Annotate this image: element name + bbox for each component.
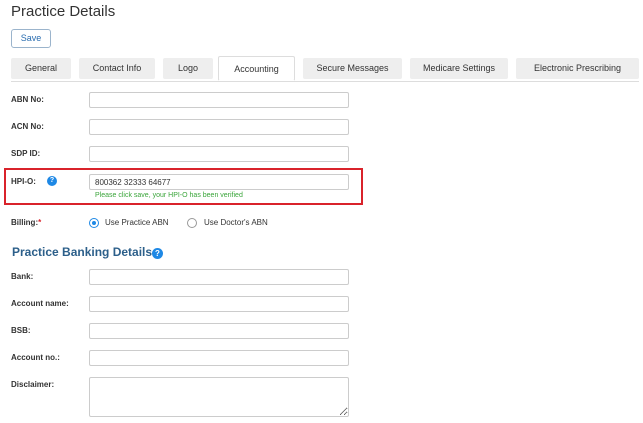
tab-contact-info[interactable]: Contact Info bbox=[79, 58, 155, 79]
bank-field[interactable] bbox=[89, 269, 349, 285]
tab-secure-messages[interactable]: Secure Messages bbox=[303, 58, 402, 79]
acn-label: ACN No: bbox=[11, 122, 44, 131]
tab-bar: General Contact Info Logo Accounting Sec… bbox=[11, 56, 639, 81]
account-no-label: Account no.: bbox=[11, 353, 60, 362]
bsb-field[interactable] bbox=[89, 323, 349, 339]
tab-logo[interactable]: Logo bbox=[163, 58, 213, 79]
tab-accounting[interactable]: Accounting bbox=[218, 56, 295, 81]
bsb-label: BSB: bbox=[11, 326, 31, 335]
account-name-label: Account name: bbox=[11, 299, 69, 308]
hpio-field[interactable] bbox=[89, 174, 349, 190]
tab-medicare-settings[interactable]: Medicare Settings bbox=[410, 58, 508, 79]
banking-help-icon[interactable]: ? bbox=[152, 248, 163, 259]
billing-radio-practice-abn[interactable] bbox=[89, 218, 99, 228]
bank-label: Bank: bbox=[11, 272, 34, 281]
hpio-label: HPI-O: bbox=[11, 177, 36, 186]
tab-general[interactable]: General bbox=[11, 58, 71, 79]
billing-option-doctor-abn-label[interactable]: Use Doctor's ABN bbox=[204, 218, 268, 227]
tab-electronic-prescribing[interactable]: Electronic Prescribing bbox=[516, 58, 639, 79]
sdp-id-field[interactable] bbox=[89, 146, 349, 162]
tab-divider bbox=[11, 81, 639, 82]
disclaimer-textarea[interactable] bbox=[89, 377, 349, 417]
hpio-verified-message: Please click save, your HPI-O has been v… bbox=[95, 192, 243, 199]
account-no-field[interactable] bbox=[89, 350, 349, 366]
required-marker: * bbox=[38, 218, 42, 227]
billing-label: Billing:* bbox=[11, 218, 41, 227]
save-button[interactable]: Save bbox=[11, 29, 51, 48]
abn-field[interactable] bbox=[89, 92, 349, 108]
billing-radio-doctor-abn[interactable] bbox=[187, 218, 197, 228]
billing-option-practice-abn-label[interactable]: Use Practice ABN bbox=[105, 218, 169, 227]
hpio-help-icon[interactable]: ? bbox=[47, 176, 57, 186]
disclaimer-label: Disclaimer: bbox=[11, 380, 55, 389]
page-title: Practice Details bbox=[11, 3, 116, 20]
account-name-field[interactable] bbox=[89, 296, 349, 312]
sdp-id-label: SDP ID: bbox=[11, 149, 41, 158]
billing-label-text: Billing: bbox=[11, 218, 39, 227]
acn-field[interactable] bbox=[89, 119, 349, 135]
banking-section-title: Practice Banking Details bbox=[12, 245, 153, 259]
abn-label: ABN No: bbox=[11, 95, 44, 104]
